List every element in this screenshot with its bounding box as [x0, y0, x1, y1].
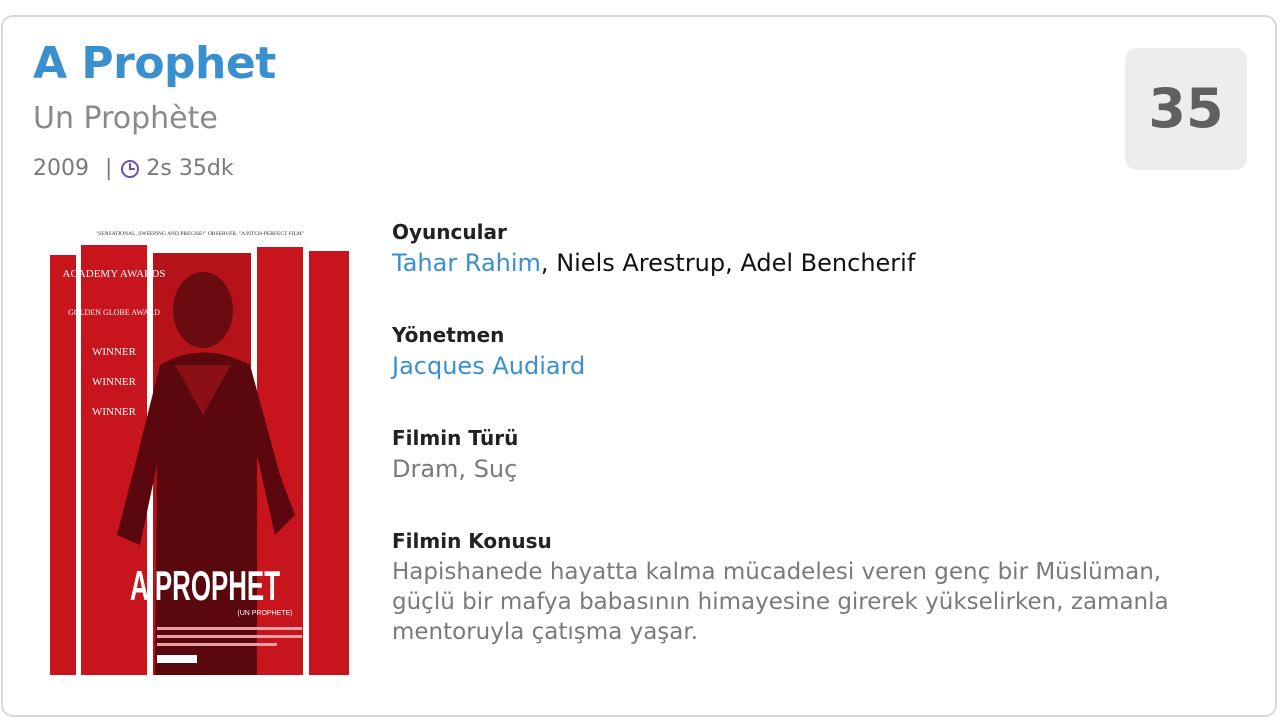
cast-link-tahar-rahim[interactable]: Tahar Rahim — [392, 249, 541, 277]
movie-meta: 2009 | 2s 35dk — [33, 158, 234, 180]
cast-section: Oyuncular Tahar Rahim, Niels Arestrup, A… — [392, 222, 1192, 325]
poster-tagline: "SENSATIONAL, SWEEPING AND PRECISE!" OBS… — [96, 231, 304, 237]
original-title: Un Prophète — [33, 101, 218, 136]
duration: 2s 35dk — [146, 156, 234, 181]
cast-name-niels-arestrup: Niels Arestrup — [556, 249, 726, 277]
movie-poster[interactable]: "SENSATIONAL, SWEEPING AND PRECISE!" OBS… — [45, 215, 355, 680]
score-badge: 35 — [1125, 48, 1247, 170]
cast-separator: , — [540, 249, 557, 277]
poster-laurel: GOLDEN GLOBE AWARD — [68, 308, 160, 317]
movie-title[interactable]: A Prophet — [33, 42, 276, 86]
poster-laurel: ACADEMY AWARDS — [63, 268, 166, 280]
director-section: Yönetmen Jacques Audiard — [392, 325, 1192, 428]
poster-laurel: WINNER — [92, 376, 137, 388]
movie-details: Oyuncular Tahar Rahim, Niels Arestrup, A… — [392, 222, 1192, 647]
release-year: 2009 — [33, 156, 89, 181]
director-label: Yönetmen — [392, 323, 505, 347]
cast-name-adel-bencherif: Adel Bencherif — [740, 249, 916, 277]
genre-label: Filmin Türü — [392, 426, 519, 450]
poster-laurel: WINNER — [92, 346, 137, 358]
plot-text: Hapishanede hayatta kalma mücadelesi ver… — [392, 559, 1169, 645]
cast-list: Tahar Rahim, Niels Arestrup, Adel Benche… — [392, 250, 1192, 276]
cast-separator: , — [725, 249, 741, 277]
plot-section: Filmin Konusu Hapishanede hayatta kalma … — [392, 531, 1192, 647]
poster-title: A PROPHET — [130, 562, 280, 609]
cast-label: Oyuncular — [392, 220, 507, 244]
poster-subtitle: (UN PROPHETE) — [237, 610, 292, 617]
genre-section: Filmin Türü Dram, Suç — [392, 428, 1192, 531]
meta-separator: | — [105, 156, 113, 181]
genre-value: Dram, Suç — [392, 455, 518, 483]
director-link[interactable]: Jacques Audiard — [392, 353, 1192, 380]
poster-laurel: WINNER — [92, 406, 137, 418]
plot-label: Filmin Konusu — [392, 529, 552, 553]
clock-icon — [120, 159, 140, 179]
